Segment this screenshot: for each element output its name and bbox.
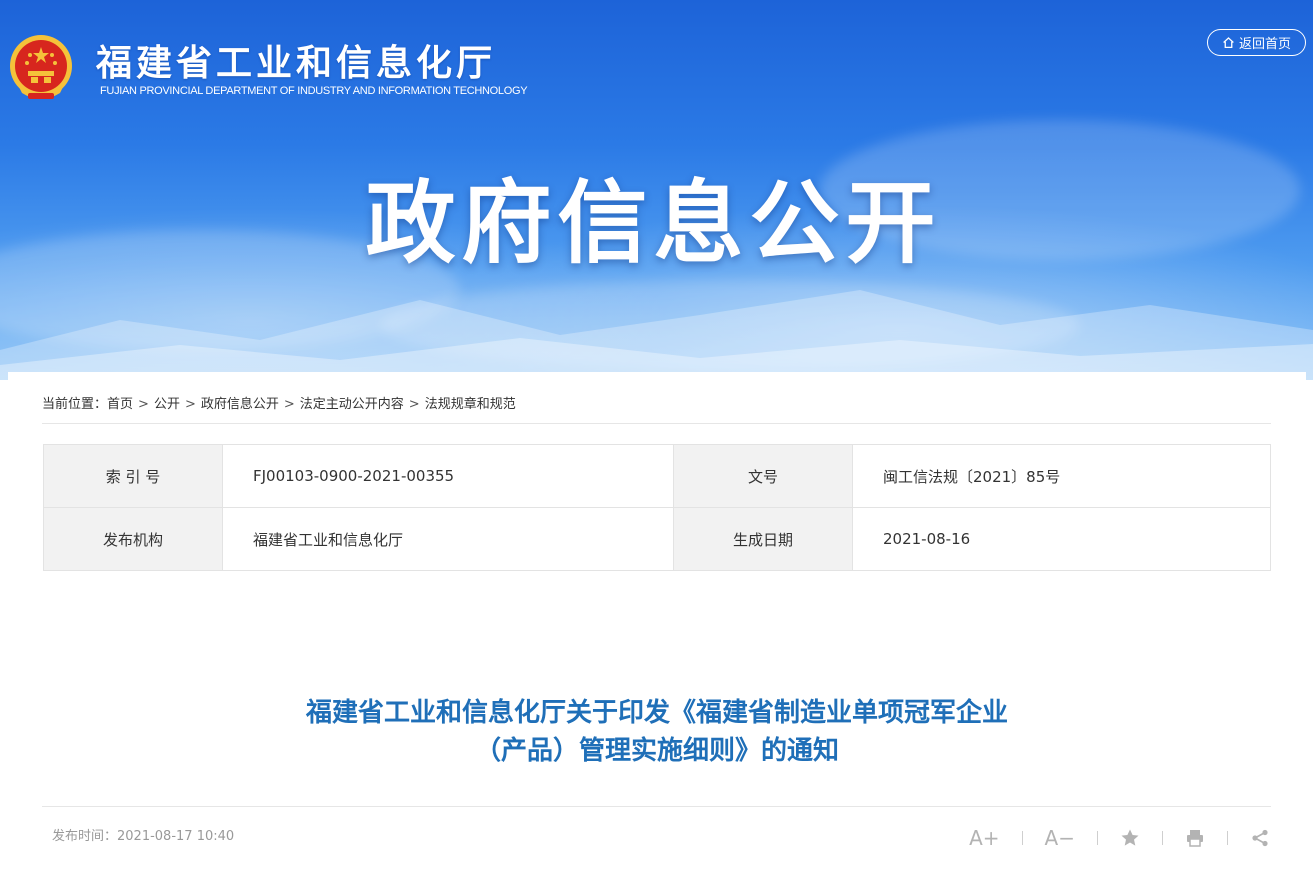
- publisher-value: 福建省工业和信息化厅: [222, 507, 674, 571]
- toolbar-separator: [1021, 831, 1023, 845]
- star-icon[interactable]: [1120, 824, 1140, 852]
- site-subtitle: FUJIAN PROVINCIAL DEPARTMENT OF INDUSTRY…: [100, 85, 528, 97]
- publish-time: 发布时间：2021-08-17 10:40: [52, 825, 234, 844]
- breadcrumb-item-regulations[interactable]: 法规规章和规范: [425, 397, 516, 412]
- breadcrumb-separator: >: [184, 397, 196, 412]
- generated-date-value: 2021-08-16: [852, 507, 1271, 571]
- toolbar-separator: [1162, 831, 1163, 845]
- return-home-label: 返回首页: [1238, 37, 1291, 52]
- breadcrumb-item-public[interactable]: 公开: [154, 397, 180, 412]
- breadcrumb-item-gov-info[interactable]: 政府信息公开: [201, 397, 279, 412]
- font-decrease-icon[interactable]: A−: [1045, 824, 1075, 852]
- publisher-label: 发布机构: [43, 507, 223, 571]
- return-home-button[interactable]: 返回首页: [1207, 29, 1306, 56]
- divider: [42, 423, 1271, 424]
- national-emblem: [8, 33, 74, 103]
- table-row: 索 引 号 FJ00103-0900-2021-00355 文号 闽工信法规〔2…: [43, 444, 1271, 508]
- document-number-label: 文号: [673, 444, 853, 508]
- breadcrumb-separator: >: [408, 397, 420, 412]
- content-card: 当前位置：首页 > 公开 > 政府信息公开 > 法定主动公开内容 > 法规规章和规范 索 引 号…: [8, 372, 1306, 872]
- toolbar-separator: [1097, 831, 1098, 845]
- breadcrumb-separator: >: [138, 397, 149, 412]
- article-title-line1: 福建省工业和信息化厅关于印发《福建省制造业单项冠军企业: [305, 698, 1008, 728]
- breadcrumb-separator: >: [283, 397, 295, 412]
- page-banner: 福建省工业和信息化厅 FUJIAN PROVINCIAL DEPARTMENT …: [0, 0, 1313, 380]
- site-title: 福建省工业和信息化厅: [96, 43, 497, 84]
- breadcrumb-item-home[interactable]: 首页: [107, 397, 133, 412]
- font-increase-icon[interactable]: A+: [969, 824, 999, 852]
- toolbar-separator: [1227, 831, 1228, 845]
- article-toolbar: A+ A−: [969, 824, 1270, 852]
- document-number-value: 闽工信法规〔2021〕85号: [852, 444, 1271, 508]
- article-title-line2: （产品）管理实施细则》的通知: [474, 736, 839, 766]
- table-row: 发布机构 福建省工业和信息化厅 生成日期 2021-08-16: [43, 507, 1271, 571]
- index-number-label: 索 引 号: [43, 444, 223, 508]
- home-icon: [1223, 37, 1234, 49]
- breadcrumb: 当前位置：首页 > 公开 > 政府信息公开 > 法定主动公开内容 > 法规规章和规范: [42, 393, 516, 412]
- breadcrumb-item-statutory[interactable]: 法定主动公开内容: [300, 397, 404, 412]
- generated-date-label: 生成日期: [673, 507, 853, 571]
- banner-heading: 政府信息公开: [365, 171, 942, 276]
- breadcrumb-prefix: 当前位置：: [42, 397, 108, 412]
- publish-time-value: 2021-08-17 10:40: [117, 829, 235, 844]
- index-number-value: FJ00103-0900-2021-00355: [222, 444, 674, 508]
- divider: [42, 806, 1271, 807]
- publish-time-label: 发布时间：: [52, 829, 118, 844]
- share-icon[interactable]: [1250, 824, 1270, 852]
- print-icon[interactable]: [1185, 824, 1205, 852]
- document-meta-table: 索 引 号 FJ00103-0900-2021-00355 文号 闽工信法规〔2…: [43, 444, 1271, 571]
- article-title: 福建省工业和信息化厅关于印发《福建省制造业单项冠军企业 （产品）管理实施细则》的…: [8, 694, 1306, 770]
